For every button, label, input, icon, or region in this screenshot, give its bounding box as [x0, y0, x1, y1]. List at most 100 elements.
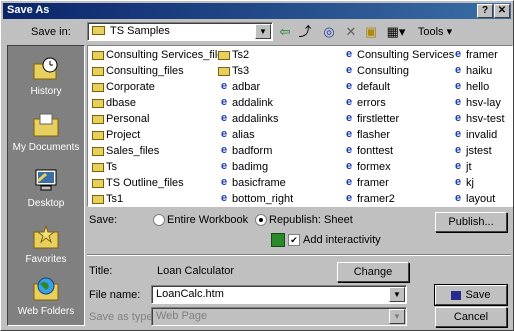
back-icon[interactable]: ⇦ [275, 23, 295, 41]
file-item[interactable]: e layout [450, 192, 512, 206]
file-item[interactable]: e invalid [450, 128, 512, 142]
place-favorites[interactable]: Favorites [8, 220, 84, 274]
file-item[interactable]: TS Outline_files [90, 176, 220, 190]
change-title-button[interactable]: Change Title... [337, 262, 409, 296]
file-item[interactable]: e badimg [216, 160, 346, 174]
views-icon[interactable]: ▦▾ [383, 23, 409, 41]
html-file-icon: e [220, 192, 228, 204]
file-item[interactable]: e hsv-test [450, 112, 512, 126]
place-label: My Documents [12, 142, 80, 153]
file-item[interactable]: e bottom_right [216, 192, 346, 206]
entire-workbook-radio[interactable] [153, 214, 165, 226]
file-name: Ts1 [106, 193, 124, 205]
folder-icon [92, 83, 104, 92]
file-item[interactable]: Corporate [90, 80, 220, 94]
file-name-value: LoanCalc.htm [156, 288, 224, 300]
file-item[interactable]: e hsv-lay [450, 96, 512, 110]
file-item[interactable]: e addalink [216, 96, 346, 110]
file-item[interactable]: Project [90, 128, 220, 142]
file-name: jt [466, 161, 472, 173]
chevron-down-icon[interactable]: ▼ [389, 287, 405, 302]
file-item[interactable]: e basicframe [216, 176, 346, 190]
folder-icon [92, 99, 104, 108]
save-label: Save: [89, 214, 118, 226]
file-item[interactable]: e framer [450, 48, 512, 62]
folder-icon [92, 179, 104, 188]
file-item[interactable]: Consulting Services_files [90, 48, 229, 62]
save-as-type-dropdown[interactable]: Web Page ▼ [151, 307, 407, 326]
file-item[interactable]: e hello [450, 80, 512, 94]
folder-icon [218, 67, 230, 76]
html-file-icon: e [220, 96, 228, 108]
file-name: Corporate [106, 81, 155, 93]
republish-sheet-radio[interactable] [255, 214, 267, 226]
html-file-icon: e [345, 176, 353, 188]
save-in-label: Save in: [31, 26, 71, 38]
save-icon [451, 290, 462, 300]
place-label: Web Folders [17, 306, 75, 317]
interactivity-icon [271, 233, 285, 247]
file-name: invalid [466, 129, 498, 141]
publish-button[interactable]: Publish... [435, 212, 507, 232]
html-file-icon: e [345, 128, 353, 140]
file-item[interactable]: e badform [216, 144, 346, 158]
place-desktop[interactable]: Desktop [8, 164, 84, 218]
new-folder-icon[interactable]: ▣ [361, 23, 381, 41]
file-item[interactable]: e addalinks [216, 112, 346, 126]
html-file-icon: e [220, 112, 228, 124]
file-name: alias [232, 129, 255, 141]
title-value: Loan Calculator [157, 265, 235, 277]
republish-sheet-label: Republish: Sheet [269, 214, 353, 226]
folder-icon [92, 131, 104, 140]
html-file-icon: e [220, 160, 228, 172]
file-item[interactable]: Consulting_files [90, 64, 220, 78]
tools-menu[interactable]: Tools ▾ [413, 23, 457, 41]
up-folder-icon[interactable]: ⤴ [295, 23, 315, 41]
file-item[interactable]: Personal [90, 112, 220, 126]
file-item[interactable]: e haiku [450, 64, 512, 78]
add-interactivity-checkbox[interactable]: ✔ [288, 234, 300, 246]
file-item[interactable]: e adbar [216, 80, 346, 94]
file-name: dbase [106, 97, 136, 109]
place-my-documents[interactable]: My Documents [8, 108, 84, 162]
html-file-icon: e [345, 112, 353, 124]
html-file-icon: e [345, 48, 353, 60]
title-bar: Save As ? ✕ [3, 3, 511, 19]
folder-icon [92, 147, 104, 156]
file-name: layout [466, 193, 496, 205]
file-list[interactable]: Consulting Services_files Consulting_file… [87, 45, 513, 207]
file-item[interactable]: dbase [90, 96, 220, 110]
file-item[interactable]: Sales_files [90, 144, 220, 158]
file-name: framer [357, 177, 389, 189]
file-name-field[interactable]: LoanCalc.htm ▼ [151, 285, 407, 304]
add-interactivity-label: Add interactivity [303, 234, 381, 246]
file-item[interactable]: e kj [450, 176, 512, 190]
delete-icon[interactable]: ✕ [341, 23, 361, 41]
html-file-icon: e [220, 128, 228, 140]
file-name: firstletter [357, 113, 400, 125]
html-file-icon: e [220, 144, 228, 156]
file-item[interactable]: Ts1 [90, 192, 220, 206]
file-item[interactable]: Ts2 [216, 48, 346, 62]
search-web-icon[interactable]: ◎ [319, 23, 339, 41]
save-in-dropdown[interactable]: TS Samples ▼ [87, 22, 273, 41]
place-history[interactable]: History [8, 52, 84, 106]
file-item[interactable]: e jstest [450, 144, 512, 158]
cancel-button[interactable]: Cancel [435, 307, 507, 327]
close-button[interactable]: ✕ [494, 4, 510, 18]
file-name: Ts3 [232, 65, 250, 77]
file-item[interactable]: Ts [90, 160, 220, 174]
file-item[interactable]: e alias [216, 128, 346, 142]
file-item[interactable]: e jt [450, 160, 512, 174]
place-web-folders[interactable]: Web Folders [8, 272, 84, 326]
publish-button-label: Publish... [448, 216, 494, 228]
save-button[interactable]: Save [434, 284, 508, 306]
chevron-down-icon[interactable]: ▼ [255, 24, 271, 39]
help-button[interactable]: ? [477, 4, 493, 18]
html-file-icon: e [454, 80, 462, 92]
file-item[interactable]: Ts3 [216, 64, 346, 78]
file-name: addalink [232, 97, 273, 109]
file-name: jstest [466, 145, 492, 157]
chevron-down-icon[interactable]: ▼ [389, 309, 405, 324]
file-name: Consulting Services_files [106, 49, 229, 61]
